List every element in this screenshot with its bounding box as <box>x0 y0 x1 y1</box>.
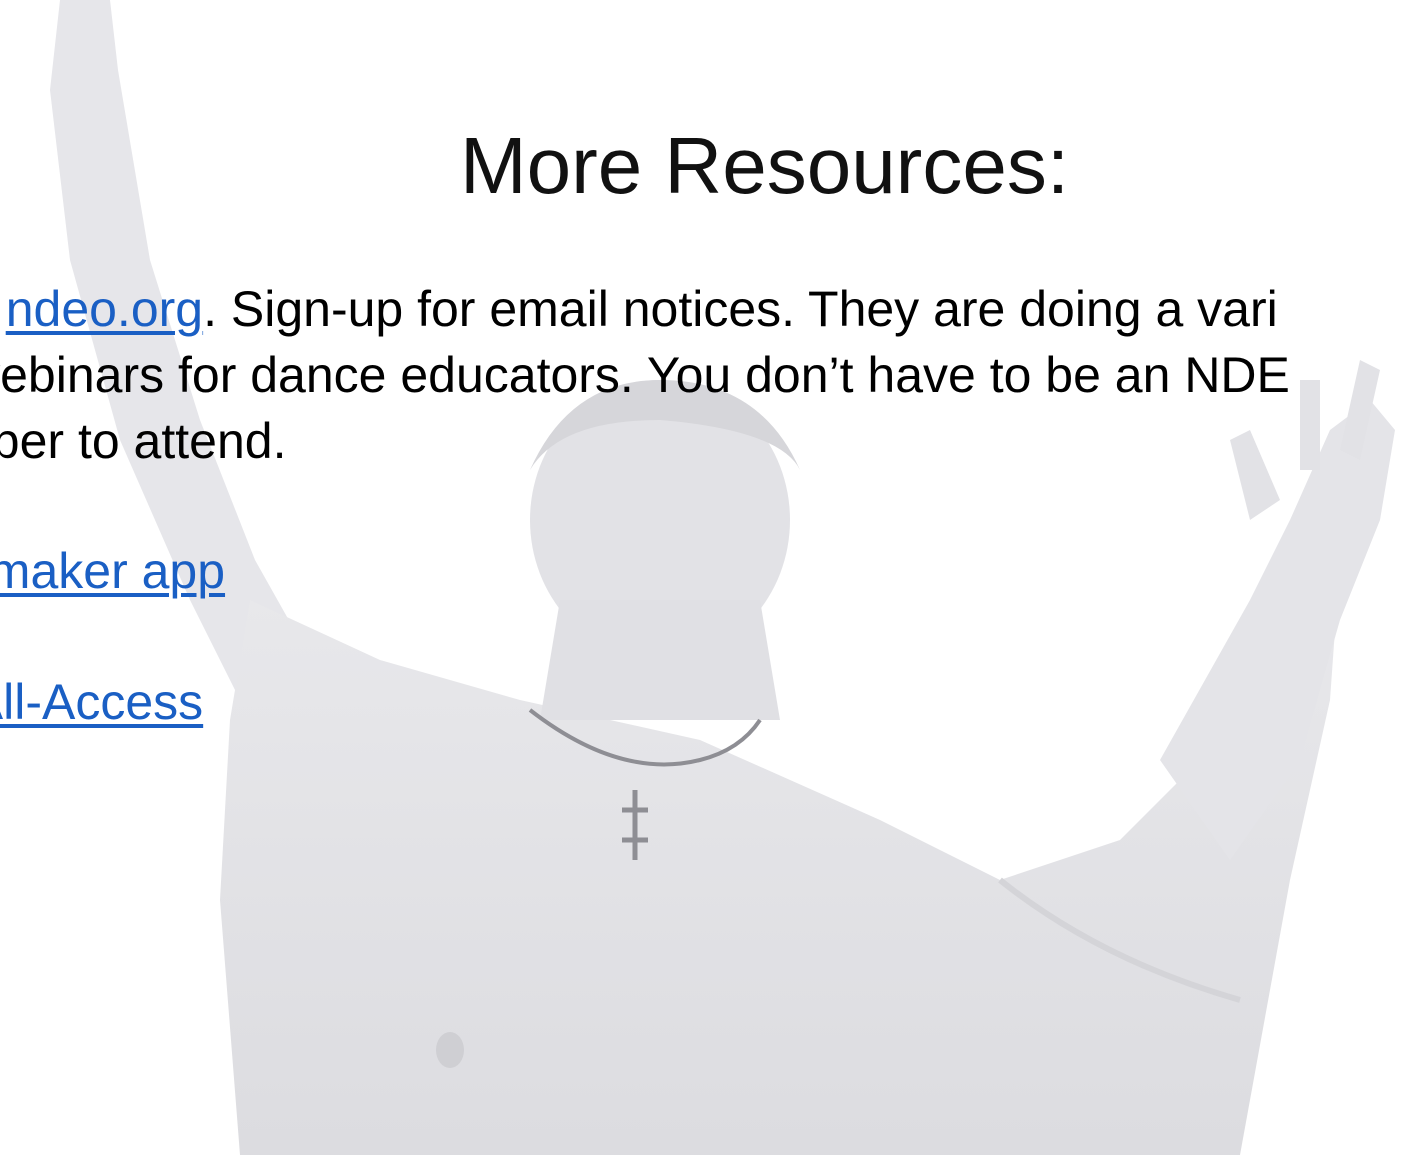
paragraph-dancemaker: cemaker app <box>0 538 225 604</box>
paragraph-all-access: r All-Access <box>0 669 203 735</box>
slide: More Resources: o ndeo.org. Sign-up for … <box>0 0 1401 1155</box>
paragraph-line-2: webinars for dance educators. You don’t … <box>0 347 1290 403</box>
all-access-link[interactable]: r All-Access <box>0 674 203 730</box>
paragraph-ndeo: o ndeo.org. Sign-up for email notices. T… <box>0 276 1401 474</box>
ndeo-link[interactable]: ndeo.org <box>6 281 203 337</box>
dancemaker-app-link[interactable]: cemaker app <box>0 543 225 599</box>
slide-title: More Resources: <box>459 121 1070 210</box>
paragraph-line-1-rest: . Sign-up for email notices. They are do… <box>203 281 1278 337</box>
body-text: o ndeo.org. Sign-up for email notices. T… <box>0 276 1401 730</box>
paragraph-line-3: nber to attend. <box>0 413 287 469</box>
